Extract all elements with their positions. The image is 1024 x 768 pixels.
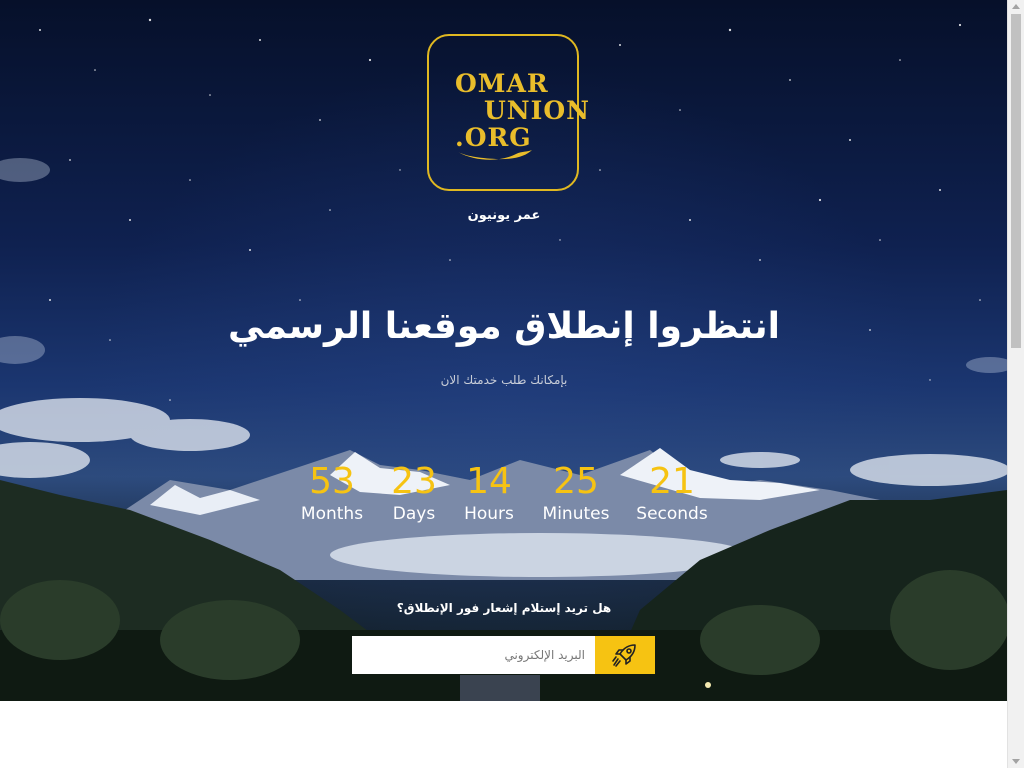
countdown-seconds: 21 Seconds (622, 461, 722, 525)
scrollbar-thumb[interactable] (1011, 14, 1021, 348)
subscribe-button[interactable] (595, 636, 655, 674)
notify-question: هل تريد إستلام إشعار فور الإنطلاق؟ (396, 601, 612, 615)
brand-caption: عمر يونيون (467, 208, 541, 223)
page-title: انتظروا إنطلاق موقعنا الرسمي (228, 306, 780, 347)
countdown-hours-label: Hours (464, 504, 514, 524)
scroll-up-icon[interactable] (1012, 4, 1020, 9)
page-footer-area (0, 701, 1007, 768)
countdown-minutes-label: Minutes (542, 504, 610, 524)
countdown-hours-value: 14 (466, 461, 512, 502)
countdown-minutes-value: 25 (553, 461, 599, 502)
countdown-seconds-label: Seconds (636, 504, 708, 524)
scroll-down-icon[interactable] (1012, 759, 1020, 764)
logo-text-line2: UNION (484, 96, 590, 125)
logo-swoosh-icon (458, 150, 532, 160)
subscribe-form (352, 636, 655, 674)
countdown-seconds-value: 21 (649, 461, 695, 502)
email-field[interactable] (352, 636, 595, 674)
countdown-minutes: 25 Minutes (526, 461, 626, 525)
countdown-hours: 14 Hours (439, 461, 539, 525)
vertical-scrollbar[interactable] (1007, 0, 1024, 768)
rocket-icon (612, 644, 636, 667)
logo-text-line1: OMAR (455, 69, 549, 98)
page-subtitle: بإمكانك طلب خدمتك الان (440, 373, 568, 387)
